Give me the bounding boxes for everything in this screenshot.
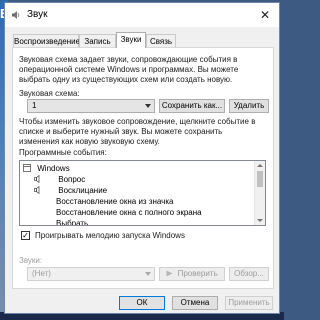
description-line: Звуковая схема задает звуки, сопровождаю…: [19, 55, 238, 64]
events-label: Программные события:: [19, 148, 107, 157]
scheme-select[interactable]: 1: [27, 99, 155, 113]
test-label: Проверить: [177, 269, 218, 278]
scroll-up-icon[interactable]: [257, 164, 263, 167]
startup-checkbox[interactable]: ✓: [21, 231, 30, 240]
list-item-windows[interactable]: Windows: [23, 163, 70, 174]
delete-button[interactable]: Удалить: [229, 99, 269, 113]
chevron-down-icon: [145, 104, 151, 108]
sound-value: (Нет): [32, 269, 51, 278]
windows-icon: [23, 164, 31, 172]
tab-sounds[interactable]: Звуки: [116, 32, 146, 48]
description-line: выбрать одну из существующих схем или со…: [19, 75, 233, 84]
play-icon: [166, 270, 173, 277]
instructions-text: Чтобы изменить звуковое сопровождение, щ…: [19, 117, 255, 147]
list-item[interactable]: Выбрать: [56, 218, 88, 225]
window-title: Звук: [27, 9, 48, 20]
list-item[interactable]: Вопрос: [34, 174, 85, 185]
scroll-down-icon[interactable]: [257, 219, 263, 222]
tab-recording[interactable]: Запись: [79, 34, 116, 47]
cancel-button[interactable]: Отмена: [172, 296, 218, 310]
apply-button[interactable]: Применить: [225, 296, 273, 310]
sound-select[interactable]: (Нет): [27, 267, 155, 281]
speaker-icon: [12, 11, 20, 19]
sounds-label: Звуки:: [19, 256, 43, 265]
instructions-line: Чтобы изменить звуковое сопровождение, щ…: [19, 117, 256, 126]
sound-dialog: Звук ✕ Воспроизведение Запись Звуки Связ…: [4, 2, 280, 314]
instructions-line: списке и выберите нужный звук. Вы можете…: [19, 127, 223, 136]
test-button[interactable]: Проверить: [159, 267, 225, 281]
save-as-button[interactable]: Сохранить как...: [159, 99, 225, 113]
scheme-value: 1: [32, 101, 37, 110]
event-label: Вопрос: [58, 175, 86, 184]
scheme-label: Звуковая схема:: [19, 89, 80, 98]
tab-communications[interactable]: Связь: [146, 34, 176, 47]
scrollbar-thumb[interactable]: [257, 171, 263, 187]
event-label: Восклицание: [58, 186, 108, 195]
description-text: Звуковая схема задает звуки, сопровождаю…: [19, 55, 238, 85]
list-item[interactable]: Восстановление окна из значка: [56, 196, 173, 207]
title-bar[interactable]: Звук ✕: [5, 3, 279, 27]
startup-checkbox-label[interactable]: Проигрывать мелодию запуска Windows: [35, 231, 185, 241]
speaker-icon: [34, 185, 40, 195]
events-list[interactable]: Windows Вопрос Восклицание Восстановлени…: [19, 160, 266, 226]
event-label: Windows: [37, 164, 70, 173]
ok-button[interactable]: ОК: [119, 296, 165, 310]
list-item[interactable]: Восклицание: [34, 185, 107, 196]
speaker-icon: [34, 174, 40, 184]
chevron-down-icon: [145, 272, 151, 276]
description-line: операционной системе Windows и программа…: [19, 65, 239, 74]
close-button[interactable]: ✕: [255, 5, 275, 25]
tab-playback[interactable]: Воспроизведение: [13, 34, 80, 47]
list-item[interactable]: Восстановление окна с полного экрана: [56, 207, 202, 218]
browse-button[interactable]: Обзор...: [229, 267, 269, 281]
events-scrollbar[interactable]: [254, 161, 265, 225]
instructions-line: изменения как новую звуковую схему.: [19, 137, 160, 146]
